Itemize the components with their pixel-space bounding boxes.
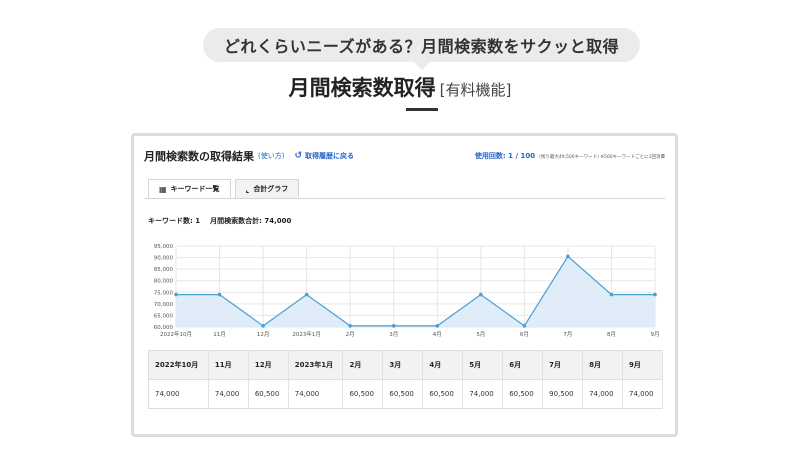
data-point bbox=[261, 324, 265, 328]
table-header-row: 2022年10月 11月 12月 2023年1月 2月 3月 4月 5月 6月 7月 8月 9月 bbox=[148, 350, 663, 380]
x-tick-label: 4月 bbox=[433, 331, 442, 338]
table-header-cell: 5月 bbox=[462, 350, 504, 380]
x-tick-label: 2023年1月 bbox=[292, 330, 321, 338]
data-point bbox=[174, 292, 178, 297]
title-underline bbox=[406, 108, 438, 111]
y-tick-label: 80,000 bbox=[154, 279, 174, 285]
data-point bbox=[653, 292, 657, 297]
table-cell: 60,500 bbox=[502, 379, 544, 409]
y-tick-label: 65,000 bbox=[154, 313, 174, 319]
monthly-search-chart: 60,000 65,000 70,000 75,000 80,000 85,000 90,0… bbox=[154, 244, 660, 338]
table-cell: 74,000 bbox=[462, 379, 504, 409]
data-point bbox=[391, 324, 396, 328]
data-point bbox=[217, 292, 222, 297]
table-header-cell: 2022年10月 bbox=[148, 350, 209, 380]
table-cell: 74,000 bbox=[208, 379, 249, 409]
table-header-cell: 8月 bbox=[582, 350, 624, 380]
table-cell: 60,500 bbox=[248, 379, 289, 409]
y-tick-label: 75,000 bbox=[154, 290, 174, 296]
x-tick-label: 6月 bbox=[520, 331, 529, 338]
data-point bbox=[609, 292, 614, 297]
data-point bbox=[348, 324, 352, 328]
data-point bbox=[479, 292, 483, 297]
table-header-cell: 11月 bbox=[208, 350, 249, 380]
x-tick-label: 2022年10月 bbox=[160, 330, 192, 338]
table-cell: 74,000 bbox=[148, 379, 209, 409]
table-header-cell: 4月 bbox=[422, 350, 464, 380]
page-title: 月間検索数取得 [有料機能] bbox=[0, 72, 800, 102]
data-point bbox=[522, 324, 527, 328]
table-header-cell: 3月 bbox=[382, 350, 424, 380]
x-tick-label: 8月 bbox=[607, 331, 616, 338]
x-tick-label: 7月 bbox=[563, 331, 572, 338]
table-cell: 60,500 bbox=[382, 379, 424, 409]
table-cell: 74,000 bbox=[582, 379, 624, 409]
series-area bbox=[176, 256, 655, 327]
table-header-cell: 2023年1月 bbox=[288, 350, 344, 380]
y-tick-label: 60,000 bbox=[154, 325, 174, 331]
results-panel: 月間検索数の取得結果 (使い方) ↺ 取得履歴に戻る 使用回数: 1 / 100… bbox=[131, 133, 678, 437]
data-point bbox=[566, 254, 570, 259]
table-row: 74,000 74,000 60,500 74,000 60,500 60,500 60,5… bbox=[148, 379, 663, 409]
table-header-cell: 2月 bbox=[342, 350, 384, 380]
data-point bbox=[304, 292, 309, 297]
x-tick-label: 2月 bbox=[346, 331, 355, 338]
y-tick-label: 90,000 bbox=[154, 256, 174, 262]
y-tick-label: 70,000 bbox=[154, 302, 174, 308]
table-cell: 60,500 bbox=[422, 379, 464, 409]
promo-bubble: どれくらいニーズがある？月間検索数をサクッと取得 bbox=[203, 28, 640, 62]
table-cell: 74,000 bbox=[622, 379, 663, 409]
x-tick-label: 11月 bbox=[213, 331, 226, 338]
table-header-cell: 12月 bbox=[248, 350, 289, 380]
table-header-cell: 7月 bbox=[542, 350, 584, 380]
x-tick-label: 3月 bbox=[389, 331, 398, 338]
table-cell: 90,500 bbox=[542, 379, 584, 409]
x-tick-label: 5月 bbox=[476, 331, 485, 338]
data-point bbox=[435, 324, 440, 328]
promo-bubble-tail bbox=[414, 62, 430, 70]
monthly-search-table: 2022年10月 11月 12月 2023年1月 2月 3月 4月 5月 6月 7月 8月 9月 74… bbox=[148, 350, 663, 409]
table-header-cell: 9月 bbox=[622, 350, 663, 380]
headline-text: 月間検索数取得 bbox=[288, 76, 436, 100]
promo-bubble-text: どれくらいニーズがある？月間検索数をサクッと取得 bbox=[223, 37, 620, 56]
x-tick-label: 12月 bbox=[257, 331, 270, 338]
y-tick-label: 95,000 bbox=[154, 244, 174, 250]
table-cell: 74,000 bbox=[288, 379, 344, 409]
y-tick-label: 85,000 bbox=[154, 267, 174, 273]
table-cell: 60,500 bbox=[342, 379, 384, 409]
table-header-cell: 6月 bbox=[502, 350, 544, 380]
headline-tag: [有料機能] bbox=[439, 81, 512, 99]
x-tick-label: 9月 bbox=[651, 331, 660, 338]
